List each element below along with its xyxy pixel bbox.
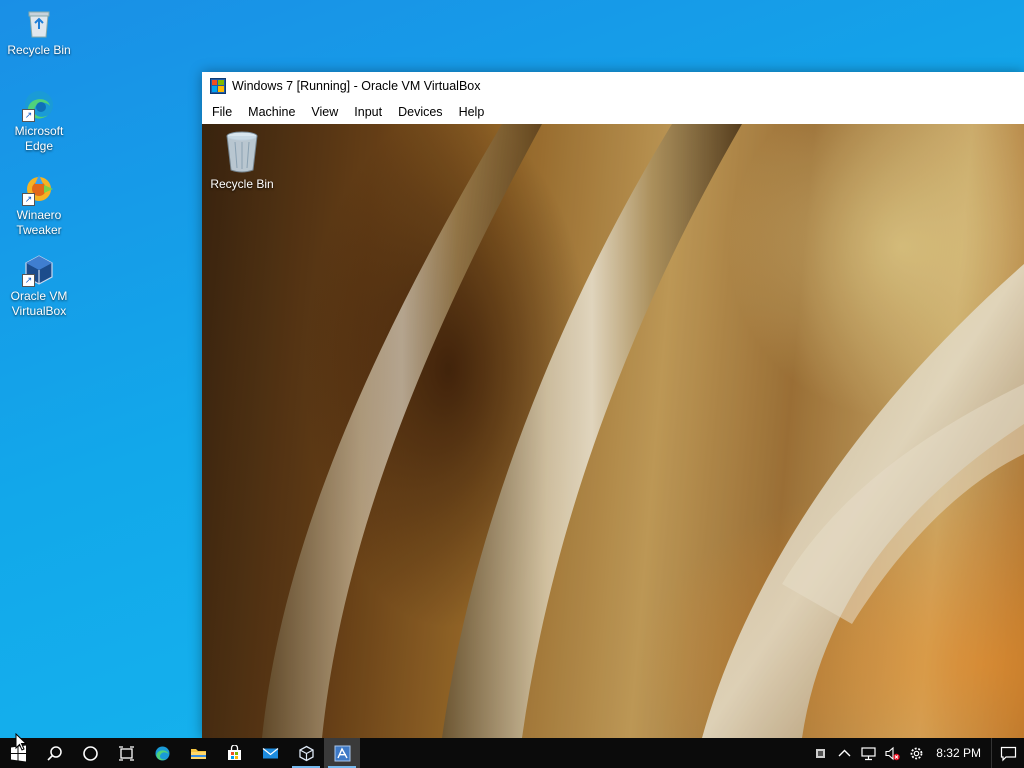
winaero-tweaker-icon: ↗ — [22, 172, 56, 206]
recycle-bin-icon — [224, 130, 260, 174]
shortcut-arrow-icon: ↗ — [22, 193, 35, 206]
action-center-button[interactable] — [991, 738, 1024, 768]
network-icon — [861, 746, 876, 760]
desktop-icon-recycle-bin[interactable]: Recycle Bin — [1, 7, 77, 58]
menu-input[interactable]: Input — [346, 103, 390, 121]
taskbar-store[interactable] — [216, 738, 252, 768]
shortcut-arrow-icon: ↗ — [22, 274, 35, 287]
menu-file[interactable]: File — [204, 103, 240, 121]
desktop-icon-microsoft-edge[interactable]: ↗ Microsoft Edge — [1, 88, 77, 154]
virtualbox-vm-window[interactable]: Windows 7 [Running] - Oracle VM VirtualB… — [202, 72, 1024, 738]
tray-network[interactable] — [856, 738, 880, 768]
guest-display[interactable]: Recycle Bin — [202, 124, 1024, 738]
taskbar-virtualbox[interactable] — [288, 738, 324, 768]
tray-volume[interactable] — [880, 738, 904, 768]
menu-help[interactable]: Help — [451, 103, 493, 121]
guest-wallpaper — [202, 124, 1024, 738]
search-button[interactable] — [36, 738, 72, 768]
file-explorer-icon — [190, 748, 206, 759]
cortana-icon — [82, 745, 98, 761]
shortcut-arrow-icon: ↗ — [22, 109, 35, 122]
virtualbox-icon: ↗ — [22, 253, 56, 287]
recycle-bin-icon — [22, 7, 56, 41]
store-icon — [227, 744, 241, 760]
desktop-icon-label: Microsoft Edge — [14, 124, 64, 153]
taskbar-virtualbox-vm[interactable] — [324, 738, 360, 768]
virtualbox-vm-icon — [210, 78, 226, 94]
task-view-icon — [118, 745, 134, 761]
virtualbox-icon — [298, 745, 314, 761]
notification-icon — [1000, 746, 1016, 761]
tray-show-hidden[interactable] — [832, 738, 856, 768]
desktop-icon-virtualbox[interactable]: ↗ Oracle VM VirtualBox — [1, 253, 77, 319]
system-tray: 8:32 PM — [808, 738, 1024, 768]
tray-settings[interactable] — [904, 738, 928, 768]
menu-devices[interactable]: Devices — [390, 103, 450, 121]
taskbar-edge[interactable] — [144, 738, 180, 768]
chevron-up-icon — [838, 749, 851, 756]
edge-icon — [155, 746, 169, 760]
task-view-button[interactable] — [108, 738, 144, 768]
vm-indicator-icon — [815, 748, 825, 758]
menu-machine[interactable]: Machine — [240, 103, 303, 121]
desktop-icon-label: Oracle VM VirtualBox — [10, 289, 68, 318]
taskbar: 8:32 PM — [0, 738, 1024, 768]
settings-icon — [910, 747, 923, 759]
desktop-icon-label: Winaero Tweaker — [16, 208, 62, 237]
mouse-cursor-icon — [15, 733, 27, 751]
guest-recycle-bin-label: Recycle Bin — [210, 177, 274, 191]
taskbar-file-explorer[interactable] — [180, 738, 216, 768]
taskbar-mail[interactable] — [252, 738, 288, 768]
virtualbox-vm-icon — [334, 745, 350, 761]
cortana-button[interactable] — [72, 738, 108, 768]
desktop-icon-label: Recycle Bin — [7, 43, 71, 57]
volume-muted-icon — [885, 746, 900, 760]
menu-view[interactable]: View — [303, 103, 346, 121]
window-title: Windows 7 [Running] - Oracle VM VirtualB… — [232, 79, 481, 93]
mail-icon — [262, 747, 278, 758]
window-titlebar[interactable]: Windows 7 [Running] - Oracle VM VirtualB… — [202, 72, 1024, 100]
guest-recycle-bin[interactable]: Recycle Bin — [204, 130, 280, 191]
edge-icon: ↗ — [22, 88, 56, 122]
tray-vm-indicator[interactable] — [808, 738, 832, 768]
desktop-icon-winaero-tweaker[interactable]: ↗ Winaero Tweaker — [1, 172, 77, 238]
taskbar-clock[interactable]: 8:32 PM — [928, 746, 991, 760]
search-icon — [46, 745, 62, 761]
menu-bar: File Machine View Input Devices Help — [202, 100, 1024, 125]
